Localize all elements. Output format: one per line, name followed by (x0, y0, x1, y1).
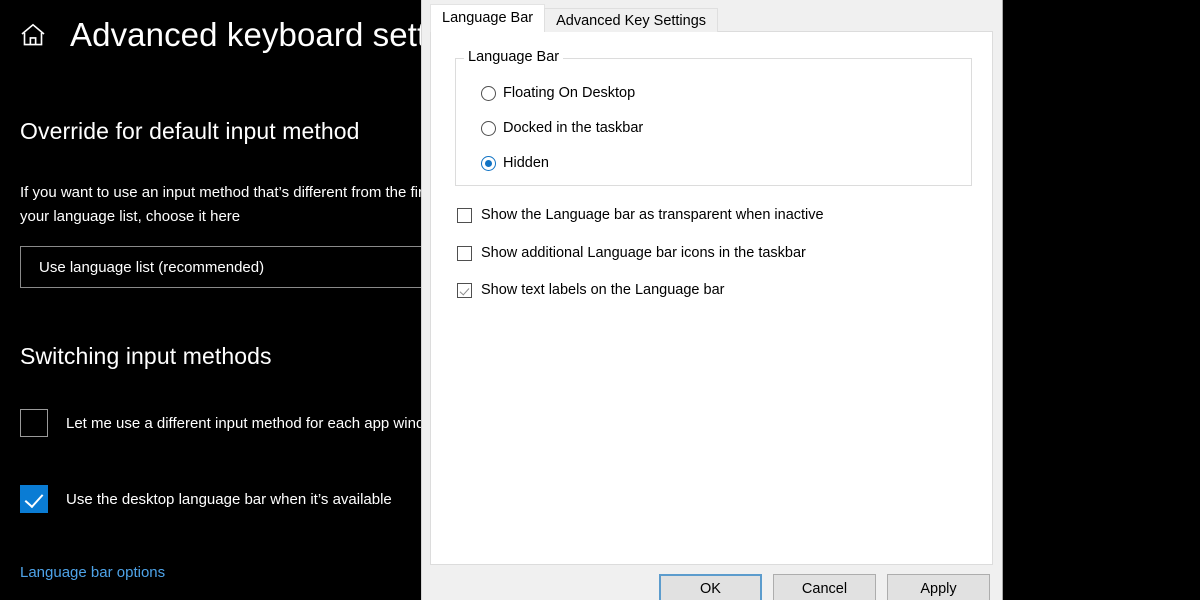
settings-page: Advanced keyboard settings Override for … (0, 0, 440, 600)
default-input-method-dropdown[interactable]: Use language list (recommended) (20, 246, 440, 288)
screen: Advanced keyboard settings Override for … (0, 0, 1200, 600)
override-heading: Override for default input method (20, 118, 360, 144)
checkbox-label: Show the Language bar as transparent whe… (481, 207, 824, 223)
desktop-background (1003, 0, 1200, 600)
radio-floating-on-desktop[interactable]: Floating On Desktop (481, 85, 635, 101)
checkbox-box (457, 207, 472, 223)
radio-label: Docked in the taskbar (503, 120, 644, 136)
checkbox-transparent-when-inactive[interactable]: Show the Language bar as transparent whe… (457, 207, 824, 223)
checkbox-different-input-method[interactable]: Let me use a different input method for … (20, 409, 440, 437)
switching-heading: Switching input methods (20, 343, 272, 369)
dialog-button-bar: OK Cancel Apply (422, 566, 1002, 600)
tab-language-bar[interactable]: Language Bar (430, 4, 546, 32)
apply-button[interactable]: Apply (887, 574, 990, 600)
home-icon[interactable] (18, 20, 48, 50)
checkbox-box (457, 245, 472, 261)
checkbox-label: Use the desktop language bar when it’s a… (66, 490, 392, 508)
checkbox-show-text-labels[interactable]: Show text labels on the Language bar (457, 282, 724, 298)
checkbox-box (20, 409, 48, 437)
override-description-line1: If you want to use an input method that’… (20, 184, 440, 201)
page-title: Advanced keyboard settings (70, 16, 440, 53)
checkbox-box (20, 485, 48, 513)
checkbox-box (457, 282, 472, 298)
language-bar-groupbox: Language Bar Floating On Desktop Docked … (455, 49, 972, 186)
dialog-tabstrip: Language Bar Advanced Key Settings (430, 4, 719, 32)
radio-indicator (481, 155, 496, 171)
radio-hidden[interactable]: Hidden (481, 155, 549, 171)
radio-label: Floating On Desktop (503, 85, 636, 101)
checkbox-desktop-language-bar[interactable]: Use the desktop language bar when it’s a… (20, 485, 392, 513)
checkbox-label: Let me use a different input method for … (66, 414, 440, 432)
text-services-dialog: Language Bar Advanced Key Settings Langu… (421, 0, 1003, 600)
radio-indicator (481, 85, 496, 101)
checkbox-label: Show text labels on the Language bar (481, 282, 725, 298)
radio-indicator (481, 120, 496, 136)
radio-docked-in-taskbar[interactable]: Docked in the taskbar (481, 120, 643, 136)
groupbox-label: Language Bar (464, 49, 564, 65)
checkbox-label: Show additional Language bar icons in th… (481, 245, 806, 261)
language-bar-options-link[interactable]: Language bar options (20, 564, 165, 581)
ok-button[interactable]: OK (659, 574, 762, 600)
override-description: If you want to use an input method that’… (20, 181, 440, 229)
radio-label: Hidden (503, 155, 549, 171)
default-input-method-value: Use language list (recommended) (39, 258, 265, 276)
settings-content: Advanced keyboard settings Override for … (0, 0, 440, 600)
checkbox-additional-icons-taskbar[interactable]: Show additional Language bar icons in th… (457, 245, 806, 261)
tab-panel-language-bar: Language Bar Floating On Desktop Docked … (430, 31, 993, 565)
override-description-line2: your language list, choose it here (20, 208, 241, 225)
tab-advanced-key-settings[interactable]: Advanced Key Settings (544, 8, 719, 32)
cancel-button[interactable]: Cancel (773, 574, 876, 600)
page-header: Advanced keyboard settings (18, 18, 440, 51)
